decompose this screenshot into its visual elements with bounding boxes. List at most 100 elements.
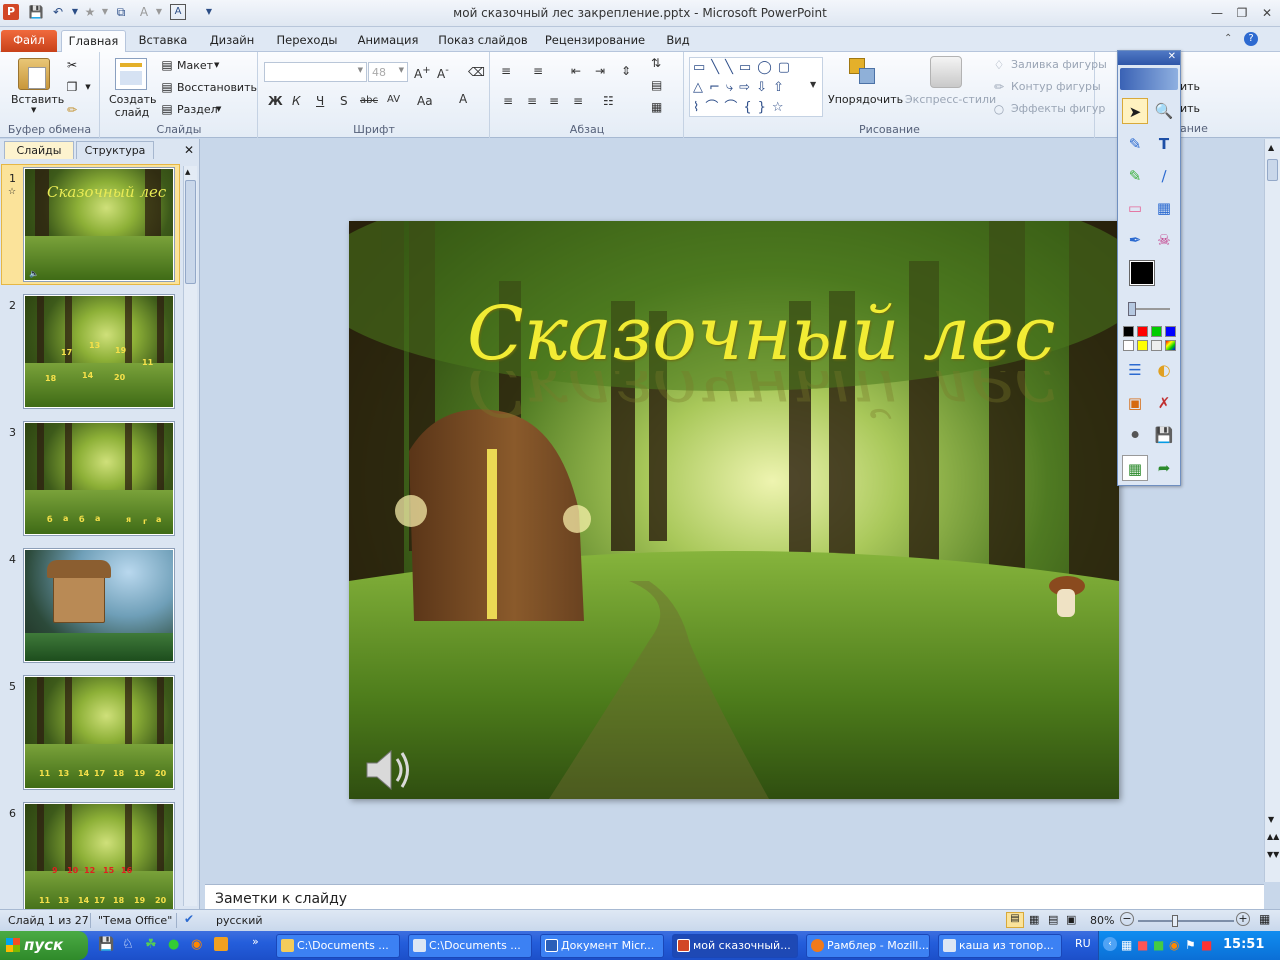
char-spacing-icon[interactable]: AV: [387, 94, 400, 105]
justify-icon[interactable]: ≡: [573, 94, 583, 108]
text-direction-icon[interactable]: ⇅: [651, 56, 661, 70]
quicklaunch-more-icon[interactable]: »: [252, 935, 259, 948]
tab-slides[interactable]: Слайды: [4, 141, 74, 159]
line-style-icon[interactable]: ☰: [1122, 357, 1148, 383]
zoom-slider-thumb[interactable]: [1172, 915, 1178, 927]
shape-fill-icon[interactable]: ♢: [991, 57, 1007, 73]
start-button[interactable]: пуск: [0, 931, 88, 960]
reset-icon[interactable]: ▤: [159, 79, 175, 95]
tray-icon[interactable]: ■: [1153, 938, 1164, 952]
taskbar-button[interactable]: C:\Documents ...: [408, 934, 532, 958]
bullets-icon[interactable]: ≡: [501, 64, 511, 78]
layout-dropdown-icon[interactable]: ▼: [214, 61, 219, 69]
font-size-combo[interactable]: 48 ▼: [368, 62, 408, 82]
zoom-level[interactable]: 80%: [1090, 914, 1114, 927]
highlighter-icon[interactable]: ✎: [1122, 163, 1148, 189]
quick-styles-button[interactable]: Экспресс-стили: [905, 93, 996, 106]
find-button[interactable]: ить: [1180, 80, 1200, 93]
slide-scrollbar[interactable]: ▲ ▼ ▲▲ ▼▼: [1264, 139, 1280, 882]
tab-insert[interactable]: Вставка: [134, 30, 192, 52]
new-slide-icon[interactable]: [115, 58, 147, 90]
quicklaunch-icon[interactable]: ●: [168, 937, 179, 952]
slide-sorter-icon[interactable]: ▦: [1029, 913, 1039, 926]
color-more[interactable]: [1165, 340, 1176, 351]
slide-thumbnail-5[interactable]: 11 13 14 17 18 19 20: [23, 675, 175, 790]
slide-thumbnail-3[interactable]: б а б а я г а: [23, 421, 175, 536]
numbering-icon[interactable]: ≡: [533, 64, 543, 78]
replace-button[interactable]: ить: [1180, 102, 1200, 115]
align-center-icon[interactable]: ≡: [527, 94, 537, 108]
section-button[interactable]: Раздел: [177, 103, 218, 116]
color-blue[interactable]: [1165, 326, 1176, 337]
shape-outline-icon[interactable]: ✏: [991, 79, 1007, 95]
select-pointer-icon[interactable]: ➤: [1122, 98, 1148, 124]
quick-styles-icon[interactable]: [930, 56, 962, 88]
image-icon[interactable]: ▦: [1151, 195, 1177, 221]
thickness-slider[interactable]: [1128, 302, 1170, 316]
close-icon[interactable]: ✕: [1256, 4, 1278, 22]
clock[interactable]: 15:51: [1223, 937, 1264, 952]
quicklaunch-icon[interactable]: ♘: [122, 937, 134, 952]
align-right-icon[interactable]: ≡: [549, 94, 559, 108]
section-dropdown-icon[interactable]: ▼: [216, 105, 221, 113]
copy-dropdown-icon[interactable]: ▼: [80, 79, 96, 95]
smartart-icon[interactable]: ▦: [651, 100, 662, 114]
shape-fill-button[interactable]: Заливка фигуры: [1011, 58, 1107, 71]
columns-icon[interactable]: ☷: [603, 94, 614, 108]
arrange-button[interactable]: Упорядочить: [828, 93, 903, 106]
font-name-combo[interactable]: ▼: [264, 62, 367, 82]
scroll-thumb[interactable]: [1267, 159, 1278, 181]
line-tool-icon[interactable]: ∕: [1151, 163, 1177, 189]
section-icon[interactable]: ▤: [159, 101, 175, 117]
shape-effects-icon[interactable]: ○: [991, 101, 1007, 117]
bold-icon[interactable]: Ж: [268, 94, 283, 108]
clear-ink-icon[interactable]: ✗: [1151, 390, 1177, 416]
help-icon[interactable]: ?: [1244, 32, 1258, 46]
shapes-icon[interactable]: ◐: [1151, 357, 1177, 383]
italic-icon[interactable]: К: [292, 94, 301, 108]
zoom-slider[interactable]: [1138, 915, 1234, 927]
restore-icon[interactable]: ❐: [1231, 4, 1253, 22]
tab-animations[interactable]: Анимация: [353, 30, 423, 52]
capture-icon[interactable]: ▦: [1122, 455, 1148, 481]
shape-effects-button[interactable]: Эффекты фигур: [1011, 102, 1105, 115]
paste-button[interactable]: Вставить: [11, 93, 64, 106]
tray-expand-icon[interactable]: ‹: [1103, 937, 1117, 951]
tray-icon[interactable]: ⚑: [1185, 938, 1196, 952]
zoom-out-icon[interactable]: −: [1120, 912, 1134, 926]
shadow-icon[interactable]: S: [340, 94, 348, 108]
tray-icon[interactable]: ◉: [1169, 938, 1179, 952]
fit-to-window-icon[interactable]: ▦: [1259, 912, 1270, 926]
increase-indent-icon[interactable]: ⇥: [595, 64, 605, 78]
current-color-swatch[interactable]: [1129, 260, 1155, 286]
tray-icon[interactable]: ▦: [1121, 938, 1132, 952]
color-white[interactable]: [1123, 340, 1134, 351]
underline-icon[interactable]: Ч: [316, 94, 324, 108]
tab-transitions[interactable]: Переходы: [272, 30, 342, 52]
spellcheck-icon[interactable]: ✔: [184, 912, 194, 926]
tab-file[interactable]: Файл: [1, 30, 57, 52]
opera-icon[interactable]: [214, 937, 228, 951]
taskbar-button[interactable]: Рамблер - Mozill...: [806, 934, 930, 958]
slide-thumbnail-6[interactable]: 9 10 12 15 16 11 13 14 17 18 19 20: [23, 802, 175, 917]
paste-dropdown-icon[interactable]: ▼: [31, 106, 36, 114]
shape-outline-button[interactable]: Контур фигуры: [1011, 80, 1101, 93]
firefox-icon[interactable]: ◉: [191, 937, 202, 952]
new-slide-button[interactable]: Создать слайд: [109, 93, 157, 119]
sound-icon[interactable]: [363, 747, 417, 793]
format-painter-icon[interactable]: ✏: [64, 102, 80, 118]
change-case-icon[interactable]: Aa: [417, 94, 433, 108]
collapse-ribbon-icon[interactable]: ⌃: [1224, 33, 1232, 44]
align-text-icon[interactable]: ▤: [651, 78, 662, 92]
tab-design[interactable]: Дизайн: [203, 30, 261, 52]
language-indicator[interactable]: русский: [216, 914, 263, 927]
tray-icon[interactable]: ■: [1137, 938, 1148, 952]
color-green[interactable]: [1151, 326, 1162, 337]
quicklaunch-icon[interactable]: 💾: [98, 937, 114, 952]
minimize-icon[interactable]: —: [1206, 4, 1228, 22]
save-ink-icon[interactable]: 💾: [1151, 422, 1177, 448]
paste-icon[interactable]: [18, 58, 50, 90]
close-panel-icon[interactable]: ✕: [184, 143, 194, 157]
taskbar-button[interactable]: C:\Documents ...: [276, 934, 400, 958]
slideshow-view-icon[interactable]: ▣: [1066, 913, 1076, 926]
